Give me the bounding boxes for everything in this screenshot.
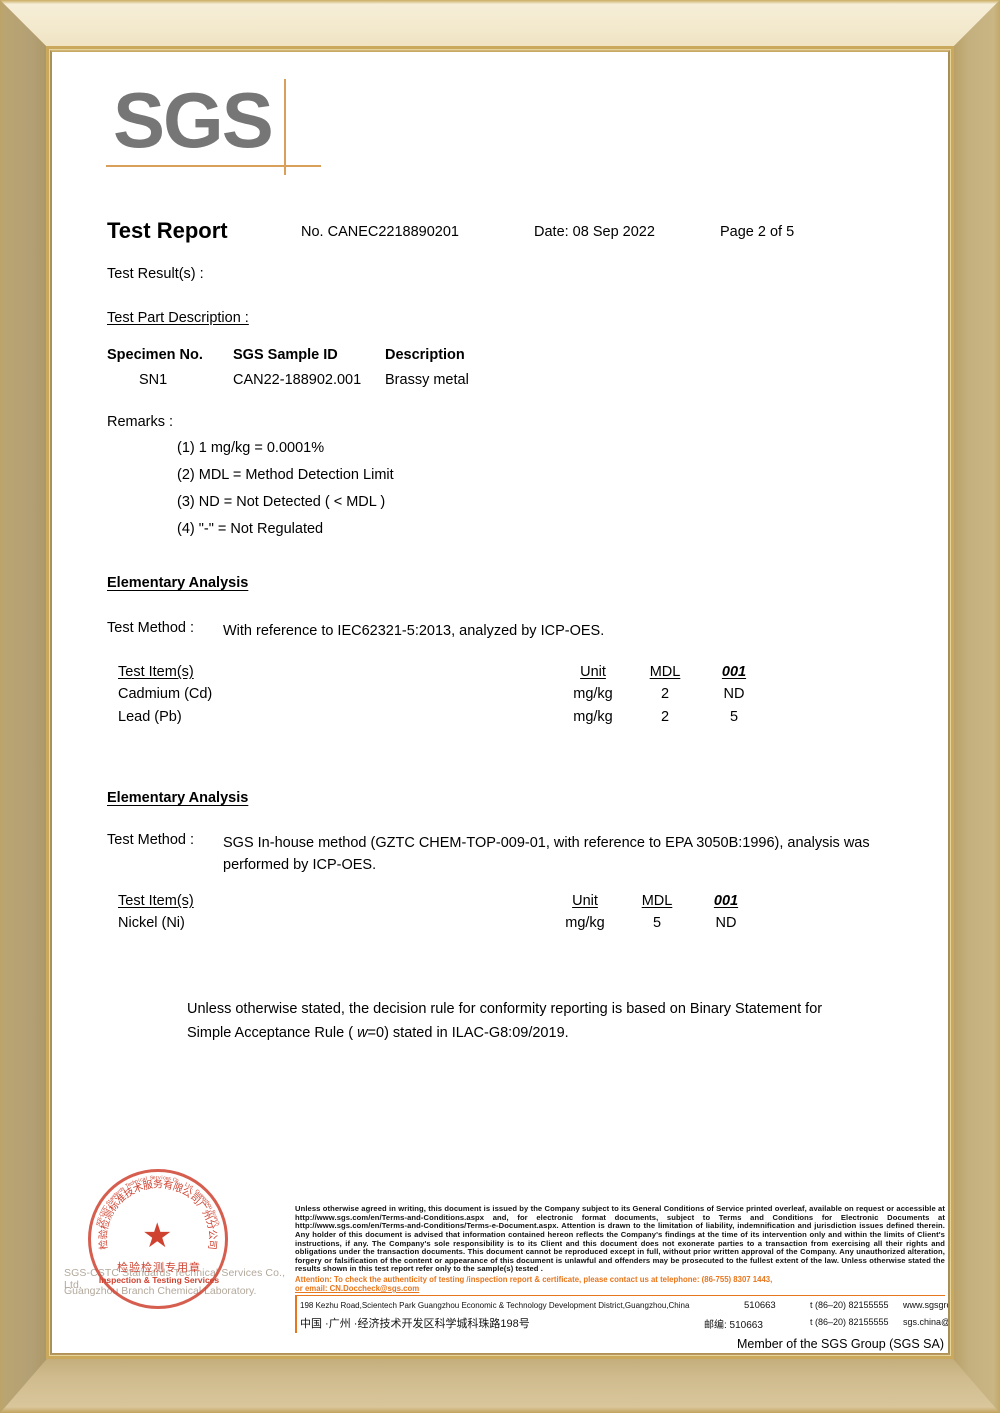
section-title-elementary-analysis-1: Elementary Analysis — [107, 575, 249, 591]
footer-address-block: 198 Kezhu Road,Scientech Park Guangzhou … — [300, 1297, 948, 1331]
frame-top-edge — [0, 0, 1000, 52]
list-item: (1) 1 mg/kg = 0.0001% — [177, 440, 325, 456]
frame-right-edge — [948, 0, 1000, 1413]
results-table-1: Test Item(s) Unit MDL 001 Cadmium (Cd) m… — [118, 664, 818, 732]
report-page: SGS Test Report No. CANEC2218890201 Date… — [52, 52, 948, 1353]
cell-mdl: 2 — [660, 709, 670, 725]
col-mdl: MDL — [649, 664, 681, 680]
remarks-list: (1) 1 mg/kg = 0.0001% (2) MDL = Method D… — [177, 440, 394, 548]
stamp-center-english: Inspection & Testing Services — [98, 1275, 220, 1285]
cell-unit: mg/kg — [565, 915, 605, 931]
decision-rule-line-1: Unless otherwise stated, the decision ru… — [187, 1001, 823, 1017]
test-method-text-1: With reference to IEC62321-5:2013, analy… — [223, 623, 605, 639]
remarks-label: Remarks : — [107, 414, 174, 430]
report-header: Test Report No. CANEC2218890201 Date: 08… — [52, 218, 948, 250]
address-en: 198 Kezhu Road,Scientech Park Guangzhou … — [300, 1301, 690, 1310]
test-method-label-1: Test Method : — [107, 620, 195, 636]
table-row: Cadmium (Cd) mg/kg 2 ND — [118, 686, 818, 709]
col-sample-id: SGS Sample ID — [233, 347, 338, 363]
footer-left-tick — [295, 1295, 297, 1333]
attention-line-2[interactable]: or email: CN.Doccheck@sgs.com — [295, 1284, 419, 1293]
frame-bottom-edge — [0, 1353, 1000, 1413]
section-title-elementary-analysis-2: Elementary Analysis — [107, 790, 249, 806]
stamp-center-chinese: 检验检测专用章 — [117, 1262, 201, 1274]
sgs-logo: SGS — [106, 79, 407, 197]
list-item: (4) "-" = Not Regulated — [177, 521, 324, 537]
col-sample-001: 001 — [721, 664, 747, 680]
col-mdl: MDL — [641, 893, 673, 909]
logo-wordmark: SGS — [113, 76, 274, 164]
decision-rule-symbol-w: w — [357, 1025, 368, 1041]
decision-rule-line-2-pre: Simple Acceptance Rule ( — [187, 1025, 358, 1041]
cell-specimen-no: SN1 — [139, 372, 168, 388]
attention-notice: Attention: To check the authenticity of … — [295, 1275, 945, 1293]
specimen-table-header: Specimen No. SGS Sample ID Description — [107, 347, 607, 372]
telephone-cn: t (86–20) 82155555 — [810, 1317, 889, 1327]
address-cn: 中国 ·广州 ·经济技术开发区科学城科珠路198号 — [300, 1318, 530, 1330]
results-table-2: Test Item(s) Unit MDL 001 Nickel (Ni) mg… — [118, 893, 818, 938]
col-unit: Unit — [580, 664, 606, 680]
cell-test-item: Cadmium (Cd) — [118, 686, 213, 702]
frame-left-edge — [0, 0, 52, 1413]
cell-result-001: ND — [715, 915, 737, 931]
picture-frame: SGS Test Report No. CANEC2218890201 Date… — [0, 0, 1000, 1413]
decision-rule-line-2: Simple Acceptance Rule ( w=0) stated in … — [187, 1021, 907, 1045]
website-link[interactable]: www.sgsgroup.com.cn — [903, 1300, 948, 1310]
cell-result-001: ND — [723, 686, 745, 702]
test-results-label: Test Result(s) : — [107, 266, 204, 282]
logo-horizontal-rule — [106, 165, 321, 167]
list-item: (2) MDL = Method Detection Limit — [177, 467, 394, 483]
report-date: Date: 08 Sep 2022 — [534, 224, 655, 240]
attention-line-1: Attention: To check the authenticity of … — [295, 1275, 773, 1284]
list-item: (3) ND = Not Detected ( < MDL ) — [177, 494, 386, 510]
report-footer: SGS-CSTC Standards Technical Services Co… — [52, 1163, 948, 1353]
results-table-header: Test Item(s) Unit MDL 001 — [118, 664, 818, 686]
page-number: Page 2 of 5 — [720, 224, 795, 240]
footer-divider — [295, 1294, 945, 1296]
legal-terms-paragraph: Unless otherwise agreed in writing, this… — [295, 1204, 945, 1274]
zip-en: 510663 — [744, 1300, 776, 1311]
cell-mdl: 2 — [660, 686, 670, 702]
cell-test-item: Lead (Pb) — [118, 709, 182, 725]
email-link[interactable]: sgs.china@sgs.com — [903, 1317, 948, 1327]
col-description: Description — [385, 347, 465, 363]
cell-unit: mg/kg — [573, 709, 613, 725]
member-notice: Member of the SGS Group (SGS SA) — [736, 1337, 944, 1351]
cell-result-001: 5 — [729, 709, 739, 725]
decision-rule-line-2-post: =0) stated in ILAC-G8:09/2019. — [367, 1025, 569, 1041]
cell-description: Brassy metal — [385, 372, 469, 388]
table-row: Nickel (Ni) mg/kg 5 ND — [118, 915, 818, 938]
col-sample-001: 001 — [713, 893, 739, 909]
zip-cn: 邮编: 510663 — [704, 1320, 763, 1331]
col-test-items: Test Item(s) — [118, 664, 194, 680]
specimen-table: Specimen No. SGS Sample ID Description S… — [107, 347, 607, 397]
report-number: No. CANEC2218890201 — [301, 224, 459, 240]
col-test-items: Test Item(s) — [118, 893, 194, 909]
star-icon: ★ — [142, 1217, 173, 1255]
legal-fineprint: Unless otherwise agreed in writing, this… — [295, 1204, 945, 1293]
table-row: Lead (Pb) mg/kg 2 5 — [118, 709, 818, 732]
cell-sample-id: CAN22-188902.001 — [233, 372, 362, 388]
company-stamp: SGS-CSTC Standards Technical Services Co… — [62, 1163, 292, 1313]
results-table-header: Test Item(s) Unit MDL 001 — [118, 893, 818, 915]
test-part-description-heading: Test Part Description : — [107, 310, 249, 326]
cell-unit: mg/kg — [573, 686, 613, 702]
test-method-text-2: SGS In-house method (GZTC CHEM-TOP-009-0… — [223, 835, 870, 873]
table-row: SN1 CAN22-188902.001 Brassy metal — [107, 372, 607, 397]
telephone-en: t (86–20) 82155555 — [810, 1300, 889, 1310]
col-specimen-no: Specimen No. — [107, 347, 203, 363]
address-row-en: 198 Kezhu Road,Scientech Park Guangzhou … — [300, 1297, 948, 1314]
logo-vertical-rule — [284, 79, 286, 175]
test-method-label-2: Test Method : — [107, 832, 195, 848]
address-row-cn: 中国 ·广州 ·经济技术开发区科学城科珠路198号 邮编: 510663 t (… — [300, 1314, 948, 1331]
col-unit: Unit — [572, 893, 598, 909]
cell-test-item: Nickel (Ni) — [118, 915, 185, 931]
decision-rule-note: Unless otherwise stated, the decision ru… — [187, 997, 907, 1045]
page-title: Test Report — [107, 218, 228, 243]
cell-mdl: 5 — [652, 915, 662, 931]
